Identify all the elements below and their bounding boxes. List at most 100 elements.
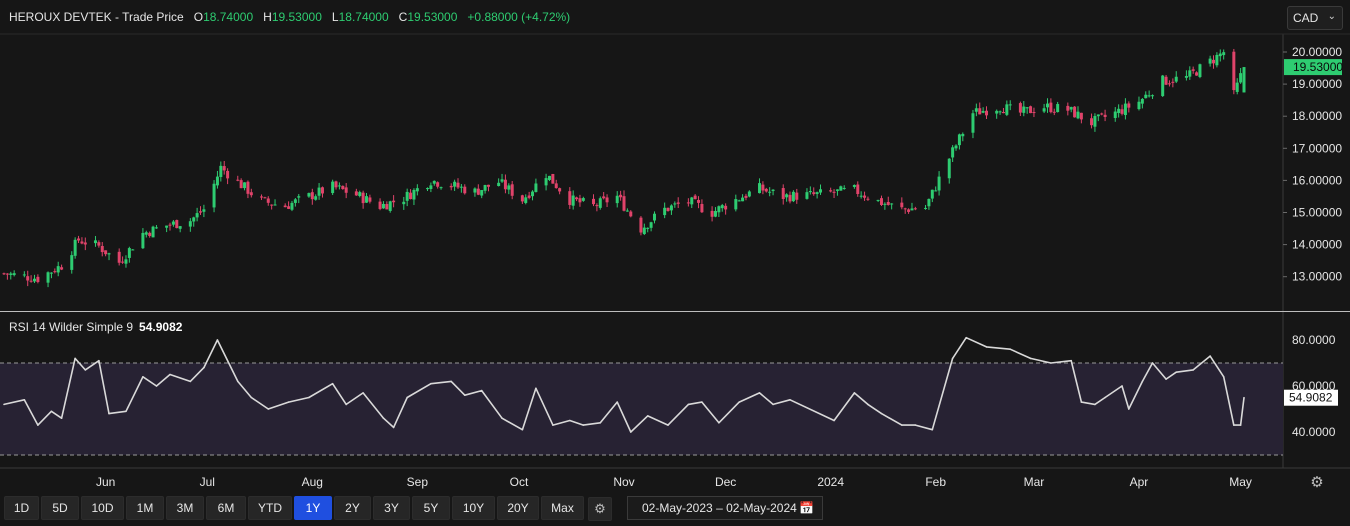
range-1d-button[interactable]: 1D	[4, 496, 39, 520]
chevron-down-icon: ⌄	[1327, 11, 1336, 22]
candle-body	[788, 194, 792, 202]
time-tick-label: Mar	[1024, 475, 1045, 489]
candle-body	[791, 191, 795, 202]
rsi-point	[463, 394, 466, 397]
candle-body	[835, 189, 839, 191]
range-10d-button[interactable]: 10D	[81, 496, 124, 520]
candle-body	[693, 195, 697, 200]
candle-body	[758, 183, 762, 194]
candle-body	[910, 208, 914, 211]
candle-body	[500, 179, 504, 182]
price-chart: 13.00000 14.00000 15.00000 16.00000 17.00000…	[0, 33, 1350, 489]
candle-body	[724, 205, 728, 210]
candle-body	[476, 188, 480, 195]
candle-body	[121, 261, 125, 263]
range-1m-button[interactable]: 1M	[126, 496, 164, 520]
candle-body	[700, 203, 704, 213]
range-2y-button[interactable]: 2Y	[334, 496, 371, 520]
candle-body	[575, 197, 579, 200]
time-tick-label: Dec	[715, 475, 736, 489]
range-selector: 1D 5D 10D 1M 3M 6M YTD 1Y 2Y 3Y 5Y 10Y 2…	[4, 496, 584, 520]
candle-body	[2, 273, 6, 275]
candle-body	[598, 198, 602, 208]
rsi-header: RSI 14 Wilder Simple 9 54.9082	[9, 320, 182, 334]
settings-cog-icon[interactable]: ⚙	[588, 497, 612, 521]
price-tick-label: 13.00000	[1292, 270, 1342, 284]
candle-body	[866, 198, 870, 200]
candle-body	[571, 195, 575, 206]
candle-body	[812, 192, 816, 195]
range-5y-button[interactable]: 5Y	[412, 496, 450, 520]
candle-body	[1147, 95, 1151, 97]
candle-body	[331, 181, 335, 194]
rsi-label: RSI 14 Wilder Simple 9	[9, 320, 134, 334]
range-6m-button[interactable]: 6M	[206, 496, 246, 520]
rsi-point	[521, 428, 524, 431]
candle-body	[1184, 75, 1188, 78]
rsi-point	[1141, 380, 1144, 383]
currency-value: CAD	[1293, 11, 1319, 25]
rsi-point	[430, 382, 432, 385]
rsi-tick-label: 80.0000	[1292, 333, 1336, 347]
time-tick-label: Jul	[200, 475, 215, 489]
candle-body	[971, 113, 975, 133]
candle-body	[1123, 103, 1127, 116]
candle-body	[432, 180, 436, 184]
gear-icon[interactable]: ⚙	[1307, 473, 1327, 493]
rsi-point	[965, 336, 967, 339]
candle-body	[405, 191, 409, 201]
time-tick-label: Apr	[1130, 475, 1149, 489]
candle-body	[290, 202, 294, 210]
candle-body	[558, 188, 562, 192]
range-max-button[interactable]: Max	[541, 496, 584, 520]
candle-body	[402, 201, 406, 205]
candle-body	[832, 191, 836, 193]
range-10y-button[interactable]: 10Y	[452, 496, 495, 520]
candle-body	[1191, 69, 1195, 71]
rsi-point	[3, 403, 5, 406]
range-20y-button[interactable]: 20Y	[497, 496, 539, 520]
rsi-point	[1192, 369, 1194, 371]
candle-body	[544, 178, 548, 186]
candle-body	[165, 225, 169, 228]
candle-body	[1001, 112, 1005, 114]
candle-body	[202, 209, 206, 212]
currency-select[interactable]: CAD ⌄	[1287, 6, 1343, 30]
candle-body	[344, 187, 348, 193]
rsi-point	[1222, 376, 1225, 378]
range-3y-button[interactable]: 3Y	[373, 496, 410, 520]
candle-body	[652, 213, 656, 221]
range-3m-button[interactable]: 3M	[166, 496, 204, 520]
rsi-point	[236, 380, 239, 383]
time-tick-label: Jun	[96, 475, 115, 489]
candle-body	[1120, 109, 1124, 114]
range-ytd-button[interactable]: YTD	[248, 496, 292, 520]
candle-body	[1144, 94, 1148, 99]
candle-body	[625, 210, 629, 212]
rsi-point	[250, 396, 253, 399]
candle-body	[26, 276, 30, 281]
candle-body	[236, 179, 240, 181]
price-tick-label: 17.00000	[1292, 141, 1342, 155]
rsi-point	[582, 424, 585, 426]
candle-body	[107, 253, 111, 255]
candle-body	[195, 213, 199, 218]
rsi-point	[901, 424, 903, 426]
candle-body	[642, 227, 646, 235]
range-1y-button[interactable]: 1Y	[294, 496, 332, 520]
rsi-point	[382, 417, 385, 420]
rsi-point	[1094, 403, 1096, 406]
date-range-picker[interactable]: 02-May-2023 – 02-May-2024 📅	[627, 496, 823, 520]
candle-body	[842, 187, 846, 189]
candle-body	[795, 192, 799, 200]
candle-body	[768, 191, 772, 193]
candle-body	[1222, 52, 1226, 56]
candle-body	[188, 221, 192, 227]
candle-body	[246, 181, 250, 194]
rsi-point	[914, 424, 917, 426]
rsi-point	[362, 392, 364, 394]
candle-body	[239, 180, 243, 189]
candle-body	[913, 208, 917, 210]
range-5d-button[interactable]: 5D	[41, 496, 79, 520]
candle-body	[100, 246, 104, 253]
